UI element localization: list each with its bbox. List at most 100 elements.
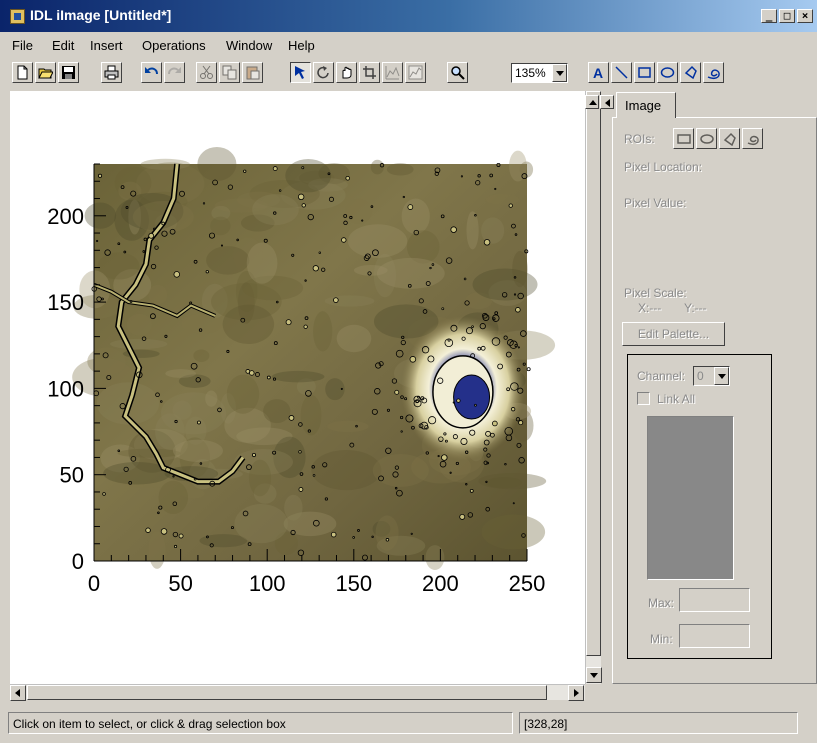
- panel-collapse-icon[interactable]: [585, 95, 599, 109]
- menu-insert[interactable]: Insert: [90, 38, 123, 53]
- menu-operations[interactable]: Operations: [142, 38, 206, 53]
- terrain-patch: [206, 246, 250, 275]
- edit-palette-button[interactable]: Edit Palette...: [622, 322, 725, 346]
- roi-rectangle-icon[interactable]: [673, 128, 694, 149]
- max-label: Max:: [648, 596, 675, 610]
- text-annotation-icon[interactable]: A: [588, 62, 609, 83]
- crop-icon[interactable]: [359, 62, 380, 83]
- paste-icon[interactable]: [242, 62, 263, 83]
- x-tick-label: 150: [335, 571, 372, 596]
- menu-file[interactable]: File: [12, 38, 33, 53]
- minimize-button[interactable]: _: [761, 9, 777, 23]
- terrain-patch: [226, 374, 260, 414]
- roi-polygon-icon[interactable]: [719, 128, 740, 149]
- link-all-checkbox[interactable]: [637, 392, 650, 405]
- contour-speck: [272, 166, 278, 171]
- x-tick-label: 0: [88, 571, 100, 596]
- contour-speck: [410, 532, 413, 535]
- scroll-right-icon[interactable]: [568, 685, 584, 701]
- roi-ellipse-icon[interactable]: [696, 128, 717, 149]
- terrain-patch: [512, 250, 528, 288]
- terrain-patch: [197, 146, 237, 182]
- channel-value: 0: [697, 369, 704, 383]
- scroll-down-icon[interactable]: [586, 667, 602, 683]
- contour-speck: [400, 430, 403, 433]
- terrain-patch: [271, 370, 325, 383]
- crater-contour: [526, 367, 531, 372]
- line-profile-icon[interactable]: [382, 62, 403, 83]
- roi-freehand-icon[interactable]: [742, 128, 763, 149]
- channel-dropdown-arrow-icon[interactable]: [714, 367, 729, 385]
- horizontal-scroll-thumb[interactable]: [27, 685, 547, 700]
- contour-speck: [471, 325, 474, 328]
- print-icon[interactable]: [101, 62, 122, 83]
- zoom-magnifier-icon[interactable]: [447, 62, 468, 83]
- contour-speck: [518, 420, 524, 426]
- terrain-patch: [263, 399, 291, 424]
- terrain-patch: [375, 515, 399, 551]
- contour-speck: [456, 398, 461, 403]
- terrain-patch: [481, 514, 546, 550]
- horizontal-scrollbar[interactable]: [10, 684, 585, 701]
- ellipse-annotation-icon[interactable]: [657, 62, 678, 83]
- terrain-patch: [246, 242, 278, 284]
- terrain-patch: [376, 257, 445, 289]
- contour-speck: [266, 375, 271, 380]
- y-tick-label: 200: [47, 204, 84, 229]
- new-file-icon[interactable]: [12, 62, 33, 83]
- contour-speck: [173, 544, 178, 549]
- terrain-patch: [172, 400, 192, 420]
- contour-speck: [278, 189, 282, 192]
- contour-speck: [407, 204, 414, 210]
- save-icon[interactable]: [58, 62, 79, 83]
- zoom-dropdown-arrow-icon[interactable]: [552, 64, 567, 82]
- terrain-patch: [126, 313, 153, 336]
- maximize-button[interactable]: □: [779, 9, 795, 23]
- contour-speck: [298, 450, 302, 454]
- rectangle-annotation-icon[interactable]: [634, 62, 655, 83]
- terrain-patch: [344, 198, 373, 224]
- contour-speck: [508, 203, 513, 208]
- channel-select[interactable]: 0: [693, 366, 730, 386]
- menu-edit[interactable]: Edit: [52, 38, 74, 53]
- cut-icon[interactable]: [196, 62, 217, 83]
- undo-icon[interactable]: [141, 62, 162, 83]
- pixel-scale-y: Y:---: [684, 301, 707, 315]
- pan-hand-icon[interactable]: [336, 62, 357, 83]
- vertical-scrollbar[interactable]: [585, 91, 602, 684]
- line-annotation-icon[interactable]: [611, 62, 632, 83]
- close-button[interactable]: ×: [797, 9, 813, 23]
- app-icon[interactable]: [10, 9, 25, 24]
- freehand-annotation-icon[interactable]: [703, 62, 724, 83]
- menu-window[interactable]: Window: [226, 38, 272, 53]
- menu-help[interactable]: Help: [288, 38, 315, 53]
- select-arrow-icon[interactable]: [290, 62, 311, 83]
- image-canvas[interactable]: 0 50 100 150 200 250 0 50 100 150 200: [10, 91, 585, 684]
- window-title: IDL iImage [Untitled*]: [30, 7, 172, 23]
- contour-speck: [492, 420, 498, 427]
- zoom-select[interactable]: 135%: [511, 63, 568, 83]
- open-folder-icon[interactable]: [35, 62, 56, 83]
- max-field[interactable]: [679, 588, 750, 612]
- terrain-patch: [336, 324, 372, 353]
- y-tick-label: 150: [47, 290, 84, 315]
- title-bar[interactable]: IDL iImage [Untitled*] _ □ ×: [0, 0, 817, 32]
- min-field[interactable]: [679, 624, 750, 648]
- terrain-patch: [248, 459, 272, 497]
- terrain-patch: [109, 338, 168, 350]
- histogram-icon[interactable]: [405, 62, 426, 83]
- terrain-patch: [234, 504, 288, 544]
- link-all-label: Link All: [657, 392, 696, 406]
- image-plot[interactable]: 0 50 100 150 200 250 0 50 100 150 200: [10, 91, 585, 684]
- min-label: Min:: [650, 632, 673, 646]
- redo-icon[interactable]: [164, 62, 185, 83]
- panel-hide-icon[interactable]: [600, 95, 614, 109]
- x-tick-label: 100: [249, 571, 286, 596]
- vertical-scroll-thumb[interactable]: [586, 91, 601, 656]
- copy-icon[interactable]: [219, 62, 240, 83]
- tab-image[interactable]: Image: [616, 92, 676, 118]
- contour-speck: [102, 492, 106, 496]
- scroll-left-icon[interactable]: [10, 685, 26, 701]
- rotate-icon[interactable]: [313, 62, 334, 83]
- polygon-annotation-icon[interactable]: [680, 62, 701, 83]
